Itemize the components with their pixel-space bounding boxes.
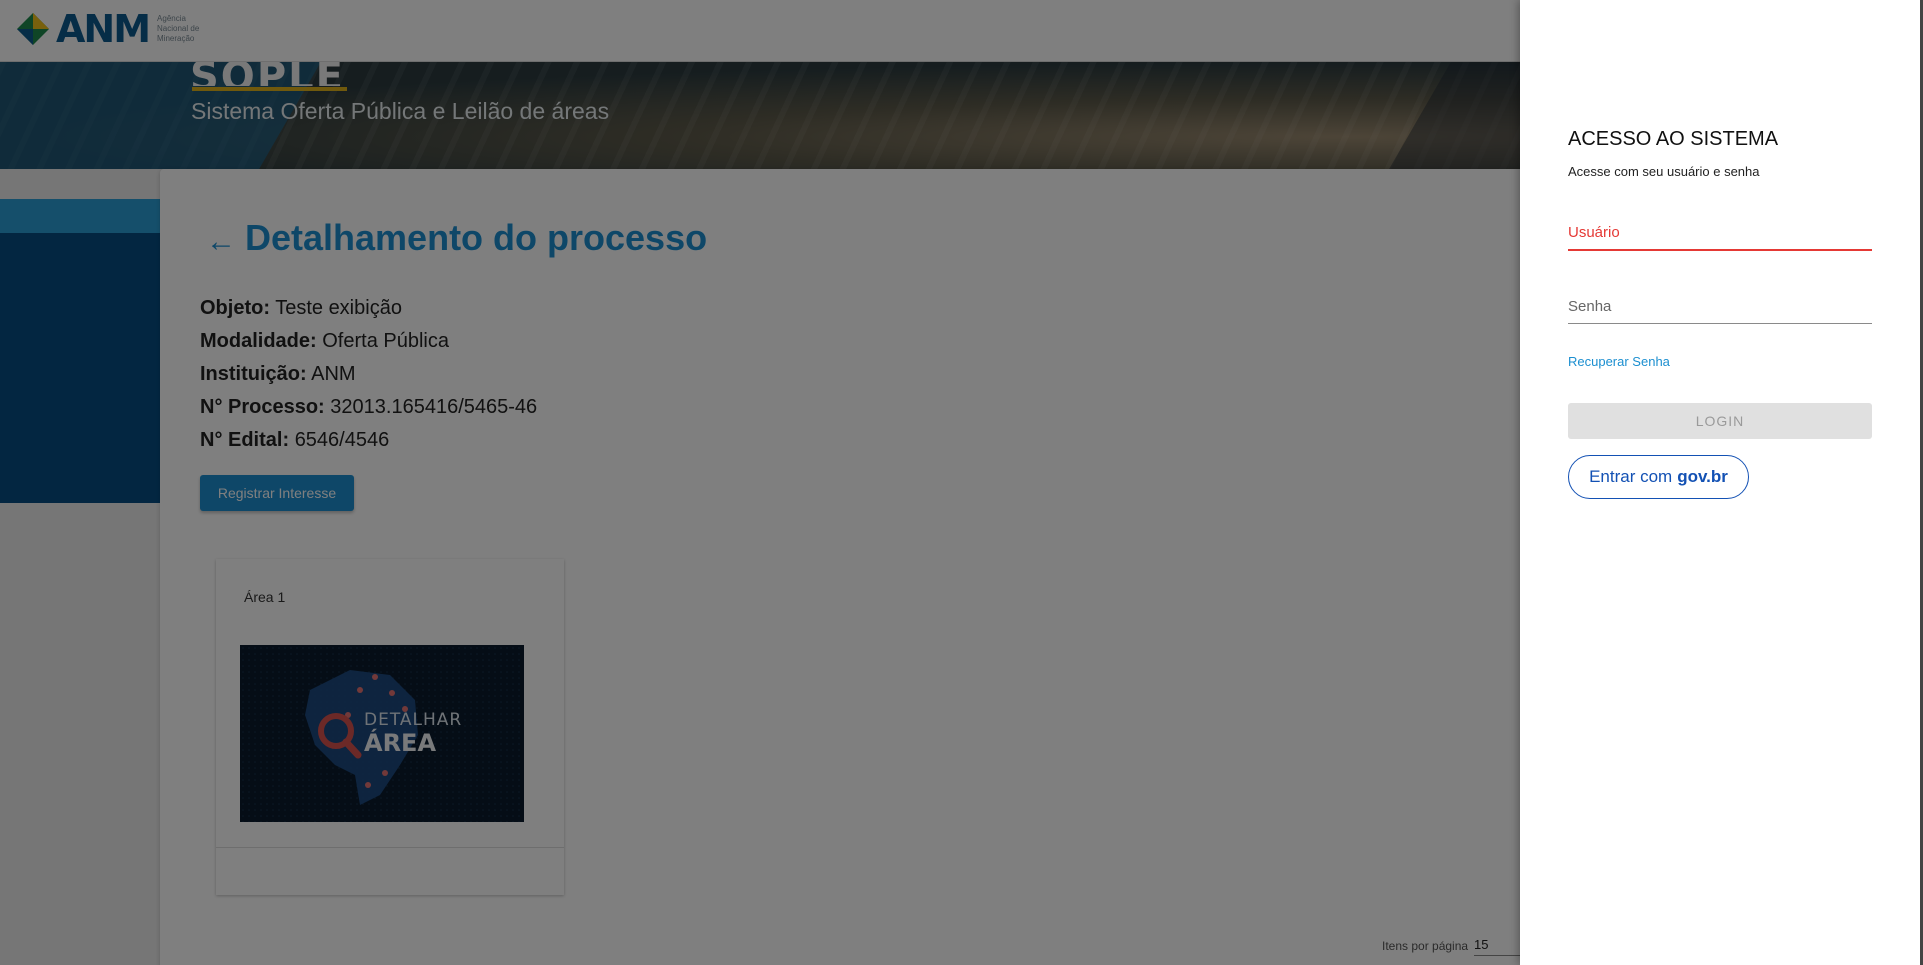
login-title: ACESSO AO SISTEMA — [1568, 128, 1779, 150]
login-drawer: ACESSO AO SISTEMA Acesse com seu usuário… — [1520, 0, 1920, 965]
password-input[interactable] — [1568, 298, 1872, 323]
login-subtitle: Acesse com seu usuário e senha — [1568, 164, 1760, 179]
username-field-wrapper — [1568, 224, 1872, 251]
username-input[interactable] — [1568, 224, 1872, 249]
govbr-login-button[interactable]: Entrar com gov.br — [1568, 455, 1749, 499]
govbr-brand: gov.br — [1677, 467, 1728, 486]
recover-password-link[interactable]: Recuperar Senha — [1568, 354, 1670, 369]
login-button[interactable]: LOGIN — [1568, 403, 1872, 439]
govbr-prefix: Entrar com — [1589, 467, 1673, 486]
password-field-wrapper — [1568, 298, 1872, 324]
